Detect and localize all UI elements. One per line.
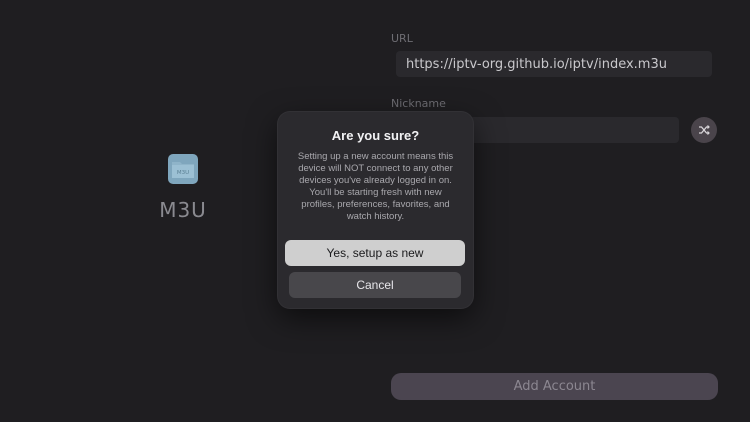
confirm-setup-new-button[interactable]: Yes, setup as new xyxy=(285,240,465,266)
nickname-label: Nickname xyxy=(391,97,446,110)
dialog-message: Setting up a new account means this devi… xyxy=(297,151,454,222)
m3u-file-icon: M3U xyxy=(168,154,198,184)
cancel-button[interactable]: Cancel xyxy=(289,272,461,298)
source-title: M3U xyxy=(159,198,207,222)
confirm-dialog: Are you sure? Setting up a new account m… xyxy=(278,112,473,308)
shuffle-nickname-button[interactable] xyxy=(691,117,717,143)
dialog-title: Are you sure? xyxy=(331,128,420,143)
shuffle-icon xyxy=(698,121,710,140)
m3u-file-icon-label: M3U xyxy=(177,170,189,176)
url-label: URL xyxy=(391,32,413,45)
add-account-button[interactable]: Add Account xyxy=(391,373,718,400)
url-input-value: https://iptv-org.github.io/iptv/index.m3… xyxy=(406,56,667,72)
source-brand: M3U M3U xyxy=(140,150,226,222)
screen: M3U M3U URL https://iptv-org.github.io/i… xyxy=(0,0,750,422)
url-input[interactable]: https://iptv-org.github.io/iptv/index.m3… xyxy=(396,51,712,77)
